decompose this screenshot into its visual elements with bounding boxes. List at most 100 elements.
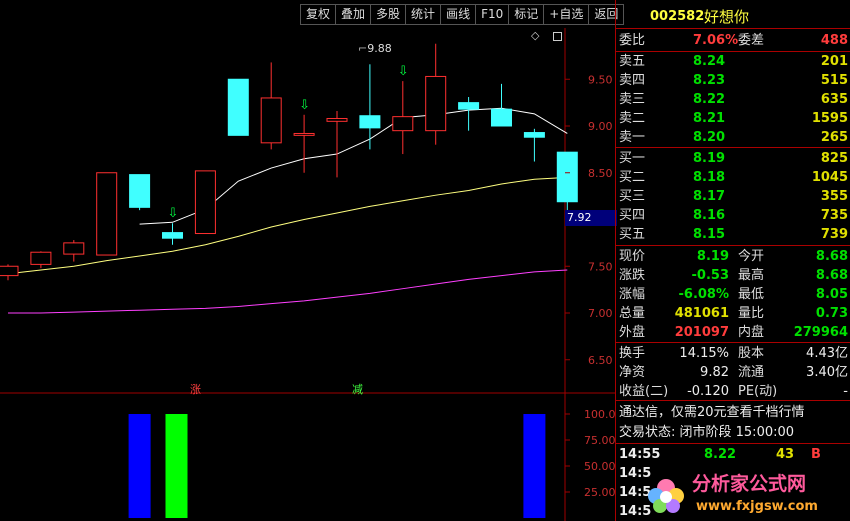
fund-value: 9.82	[700, 365, 729, 380]
candle-body	[523, 132, 545, 138]
bid-label: 买四	[619, 208, 646, 223]
kline-chart[interactable]: ⇩⇩⇩ 9.509.008.508.007.507.006.50100.075.…	[0, 28, 615, 521]
stat-value: 481061	[674, 306, 729, 321]
bid-price: 8.19	[693, 151, 726, 166]
bid-volume: 739	[820, 227, 848, 242]
fundamental-row: 收益(二) -0.120 PE(动) -	[616, 382, 850, 401]
stat-label: 现价	[619, 249, 646, 264]
ask-volume: 201	[820, 54, 848, 69]
candle	[392, 81, 414, 155]
bid-price: 8.15	[693, 227, 726, 242]
bid-price: 8.18	[693, 170, 726, 185]
down-arrow-icon: ⇩	[398, 64, 409, 79]
fund-label: 流通	[738, 365, 765, 380]
candle	[425, 43, 447, 145]
bid-label: 买五	[619, 227, 646, 242]
toolbar-button[interactable]: 标记	[508, 4, 544, 25]
ask-volume: 265	[820, 130, 848, 145]
ask-row[interactable]: 卖四 8.23 515	[616, 71, 850, 90]
ma-long-line	[8, 269, 568, 314]
stat-value: 8.05	[815, 287, 848, 302]
bid-price: 8.16	[693, 208, 726, 223]
candle	[491, 83, 512, 127]
ask-label: 卖二	[619, 111, 646, 126]
tick-time: 14:55	[619, 447, 661, 462]
ask-row[interactable]: 卖二 8.21 1595	[616, 109, 850, 128]
indicator-bar	[128, 414, 151, 518]
label-up: 涨	[190, 383, 201, 396]
bid-row[interactable]: 买一 8.19 825	[616, 149, 850, 168]
promo-text[interactable]: 通达信，仅需20元查看千档行情	[619, 403, 805, 422]
toolbar-button[interactable]: 叠加	[335, 4, 371, 25]
bid-label: 买三	[619, 189, 646, 204]
ask-price: 8.24	[693, 54, 726, 69]
watermark-url: www.fxjgsw.com	[696, 499, 818, 514]
stat-label: 最低	[738, 287, 765, 302]
ask-price: 8.20	[693, 130, 726, 145]
weicha-label: 委差	[738, 33, 765, 48]
candle	[63, 240, 85, 262]
moving-average-lines	[7, 107, 568, 314]
axis-tick-label: 9.00	[588, 120, 613, 133]
candle-body	[326, 118, 348, 122]
bid-volume: 1045	[811, 170, 848, 185]
ask-row[interactable]: 卖一 8.20 265	[616, 128, 850, 147]
indicator-tick-label: 25.00	[584, 486, 615, 499]
candle	[260, 62, 282, 150]
toolbar-button[interactable]: 画线	[440, 4, 476, 25]
candle-body	[359, 115, 381, 129]
ask-price: 8.21	[693, 111, 726, 126]
stat-value: 0.73	[815, 306, 848, 321]
trade-status: 交易状态: 闭市阶段 15:00:00	[619, 425, 795, 440]
tick-volume: 43	[776, 447, 795, 462]
stat-label: 外盘	[619, 325, 646, 340]
watermark-title: 分析家公式网	[692, 472, 806, 495]
tick-price: 8.22	[704, 447, 737, 462]
ask-label: 卖一	[619, 130, 646, 145]
axis-tick-label: 6.50	[588, 354, 613, 367]
candle-body	[491, 108, 512, 127]
ask-row[interactable]: 卖三 8.22 635	[616, 90, 850, 109]
candle-body	[30, 251, 52, 265]
ask-row[interactable]: 卖五 8.24 201	[616, 52, 850, 71]
stat-value: 279964	[793, 325, 848, 340]
candle-body	[260, 97, 282, 144]
candle	[162, 223, 183, 245]
candle-body	[458, 102, 480, 110]
current-price-tag: 7.92	[565, 210, 617, 226]
candle	[556, 151, 578, 215]
stat-label: 涨跌	[619, 268, 646, 283]
webi-value: 7.06%	[693, 33, 739, 48]
stats-row: 总量 481061 量比 0.73	[616, 304, 850, 323]
axis-tick-label: 9.50	[588, 73, 613, 86]
toolbar-button[interactable]: 多股	[370, 4, 406, 25]
stat-label: 总量	[619, 306, 646, 321]
indicator-tick-label: 50.00	[584, 460, 615, 473]
candle-body	[96, 172, 118, 256]
candle-body	[293, 132, 315, 136]
ask-volume: 515	[820, 73, 848, 88]
toolbar-button[interactable]: 统计	[405, 4, 441, 25]
candle	[227, 78, 249, 136]
quote-panel: 002582 好想你 委比 7.06% 委差 488 卖五 8.24 201 卖四 8.…	[615, 0, 850, 521]
candle-body	[392, 116, 414, 132]
candle	[458, 97, 480, 131]
bid-price: 8.17	[693, 189, 726, 204]
stat-label: 今开	[738, 249, 765, 264]
tick-side: B	[811, 447, 821, 462]
candle	[293, 114, 315, 173]
bid-row[interactable]: 买二 8.18 1045	[616, 168, 850, 187]
chart-toolbar: 复权 叠加 多股 统计 画线 F10 标记 +自选 返回	[300, 4, 625, 25]
toolbar-button[interactable]: 复权	[300, 4, 336, 25]
stat-value: -0.53	[691, 268, 729, 283]
toolbar-button[interactable]: +自选	[543, 4, 589, 25]
bid-row[interactable]: 买五 8.15 739	[616, 225, 850, 244]
bid-row[interactable]: 买三 8.17 355	[616, 187, 850, 206]
indicator-bars	[128, 414, 546, 518]
candle	[30, 251, 52, 269]
stock-code: 002582	[650, 9, 705, 24]
fund-label: 净资	[619, 365, 646, 380]
bid-row[interactable]: 买四 8.16 735	[616, 206, 850, 225]
toolbar-button[interactable]: F10	[475, 4, 509, 25]
stats-row: 涨跌 -0.53 最高 8.68	[616, 266, 850, 285]
